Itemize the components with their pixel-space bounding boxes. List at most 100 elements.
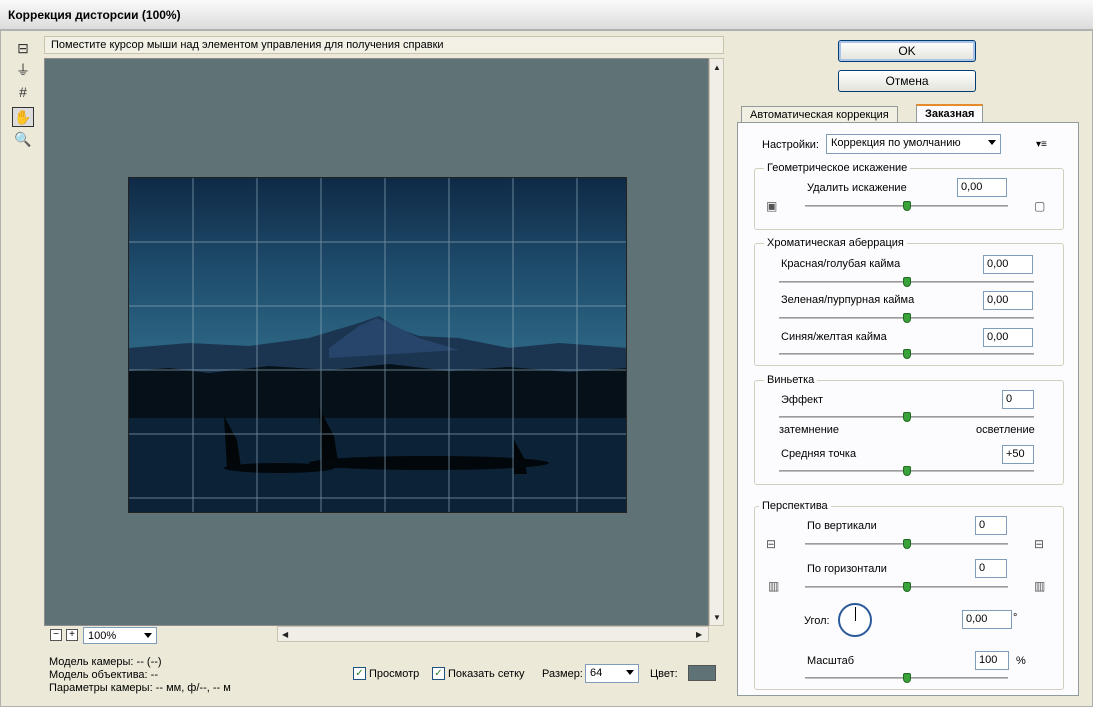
scale-unit: % [1016,655,1026,667]
tab-custom[interactable]: Заказная [916,104,984,123]
scroll-up-icon[interactable]: ▲ [713,63,721,72]
settings-label: Настройки: [762,139,819,151]
remove-distortion-label: Удалить искажение [807,182,907,194]
horizontal-perspective-right-icon: ▥ [1034,579,1046,593]
camera-params-text: Параметры камеры: -- мм, ф/--, -- м [49,682,231,694]
preview-label: Просмотр [369,667,420,680]
slider-thumb[interactable] [903,466,911,476]
vertical-slider[interactable] [805,539,1008,549]
vertical-scrollbar[interactable]: ▲ ▼ [709,58,724,626]
horizontal-slider[interactable] [805,582,1008,592]
tab-auto-correction[interactable]: Автоматическая коррекция [741,106,898,123]
red-cyan-slider[interactable] [779,277,1034,287]
pincushion-icon: ▣ [766,199,778,213]
slider-thumb[interactable] [903,539,911,549]
chromatic-aberration-title: Хроматическая аберрация [764,237,907,249]
ok-button[interactable]: OK [838,40,976,62]
scale-label: Масштаб [807,655,855,667]
zoom-value: 100% [88,630,117,642]
vignette-amount-input[interactable]: 0 [1002,390,1034,409]
lens-model-text: Модель объектива: -- [49,669,158,681]
slider-thumb[interactable] [903,412,911,422]
angle-unit: ° [1013,612,1018,624]
red-cyan-input[interactable]: 0,00 [983,255,1033,274]
camera-model-text: Модель камеры: -- (--) [49,656,162,668]
zoom-out-button[interactable]: − [50,629,62,641]
preview-image [128,177,627,513]
grid-size-value: 64 [590,667,603,679]
vertical-perspective-left-icon: ⊟ [766,537,777,551]
vertical-label: По вертикали [807,520,877,532]
remove-distortion-tool-icon[interactable]: ⊟ [12,38,34,58]
tab-bar: Автоматическая коррекция Заказная [737,104,1079,123]
zoom-select[interactable]: 100% [83,627,157,644]
horizontal-input[interactable]: 0 [975,559,1007,578]
size-label: Размер: [542,668,583,680]
window-title: Коррекция дисторсии (100%) [8,8,181,22]
red-cyan-label: Красная/голубая кайма [781,258,901,270]
slider-thumb[interactable] [903,277,911,287]
grid-size-select[interactable]: 64 [585,664,639,683]
vertical-perspective-right-icon: ⊟ [1034,537,1045,551]
perspective-title: Перспектива [759,500,831,512]
angle-input[interactable]: 0,00 [962,610,1012,629]
help-hint-bar: Поместите курсор мыши над элементом упра… [44,36,724,54]
cancel-button[interactable]: Отмена [838,70,976,92]
horizontal-perspective-left-icon: ▥ [768,579,780,593]
chevron-down-icon [626,670,634,675]
color-label: Цвет: [650,668,678,680]
title-bar: Коррекция дисторсии (100%) [0,0,1093,30]
midpoint-input[interactable]: +50 [1002,445,1034,464]
check-icon: ✓ [353,667,366,680]
green-magenta-label: Зеленая/пурпурная кайма [781,294,915,306]
slider-thumb[interactable] [903,349,911,359]
check-icon: ✓ [432,667,445,680]
blue-yellow-slider[interactable] [779,349,1034,359]
barrel-icon: ▢ [1034,199,1046,213]
preview-checkbox[interactable]: ✓ Просмотр [353,667,419,680]
settings-select[interactable]: Коррекция по умолчанию [826,134,1001,154]
scale-input[interactable]: 100 [975,651,1009,670]
chevron-down-icon [144,633,152,638]
zoom-bar: − + 100% [44,626,277,644]
remove-distortion-slider[interactable] [805,201,1008,211]
chevron-down-icon [988,140,996,145]
slider-thumb[interactable] [903,582,911,592]
slider-thumb[interactable] [903,673,911,683]
darken-label: затемнение [779,424,840,436]
angle-dial[interactable] [838,603,872,637]
slider-thumb[interactable] [903,313,911,323]
vignette-title: Виньетка [764,374,818,386]
hand-tool-icon[interactable]: ✋ [12,107,34,127]
grid-color-swatch[interactable] [688,665,716,681]
vertical-input[interactable]: 0 [975,516,1007,535]
preview-image-graphic [129,178,626,512]
scroll-right-icon[interactable]: ▶ [696,630,702,639]
straighten-tool-icon[interactable]: ⏚ [12,60,34,80]
preview-canvas[interactable] [44,58,709,626]
midpoint-slider[interactable] [779,466,1034,476]
zoom-in-button[interactable]: + [66,629,78,641]
horizontal-scrollbar[interactable]: ◀ ▶ [277,626,709,642]
show-grid-checkbox[interactable]: ✓ Показать сетку [432,667,525,680]
midpoint-label: Средняя точка [781,448,857,460]
settings-value: Коррекция по умолчанию [831,137,961,149]
settings-menu-icon[interactable]: ▾≡ [1036,139,1047,150]
scroll-down-icon[interactable]: ▼ [713,613,721,622]
move-grid-tool-icon[interactable]: # [12,82,34,102]
scale-slider[interactable] [805,673,1008,683]
zoom-tool-icon[interactable]: 🔍 [12,129,34,149]
scroll-left-icon[interactable]: ◀ [282,630,288,639]
remove-distortion-input[interactable]: 0,00 [957,178,1007,197]
blue-yellow-label: Синяя/желтая кайма [781,331,887,343]
slider-thumb[interactable] [903,201,911,211]
vignette-amount-slider[interactable] [779,412,1034,422]
vignette-amount-label: Эффект [781,394,824,406]
green-magenta-slider[interactable] [779,313,1034,323]
show-grid-label: Показать сетку [448,667,525,680]
green-magenta-input[interactable]: 0,00 [983,291,1033,310]
horizontal-label: По горизонтали [807,563,887,575]
lighten-label: осветление [976,424,1035,436]
geometric-distortion-group [754,168,1064,230]
blue-yellow-input[interactable]: 0,00 [983,328,1033,347]
